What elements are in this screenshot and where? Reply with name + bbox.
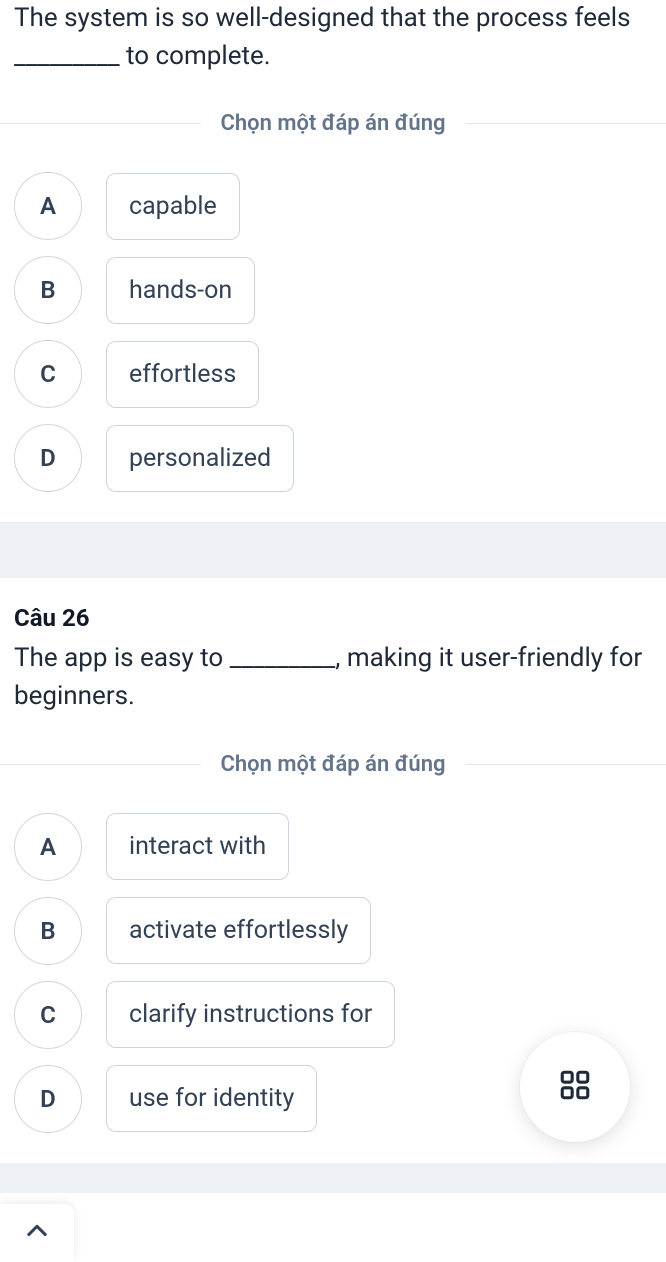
instruction-divider: Chọn một đáp án đúng xyxy=(0,752,666,777)
instruction-label: Chọn một đáp án đúng xyxy=(201,111,466,136)
option-b[interactable]: B activate effortlessly xyxy=(14,897,652,965)
question-title: Câu 26 xyxy=(14,604,652,632)
instruction-label: Chọn một đáp án đúng xyxy=(201,752,466,777)
divider-line xyxy=(466,123,666,124)
option-letter: D xyxy=(14,424,82,492)
menu-fab[interactable] xyxy=(520,1032,630,1142)
question-block-25: The system is so well-designed that the … xyxy=(0,0,666,522)
option-text: personalized xyxy=(106,425,294,492)
bottom-strip xyxy=(0,1163,666,1193)
scroll-up-button[interactable] xyxy=(0,1204,74,1262)
option-a[interactable]: A interact with xyxy=(14,813,652,881)
option-text: effortless xyxy=(106,341,259,408)
option-text: hands-on xyxy=(106,257,255,324)
option-text: interact with xyxy=(106,813,289,880)
section-gap xyxy=(0,522,666,578)
question-text: The app is easy to _________, making it … xyxy=(14,640,652,715)
options-list: A capable B hands-on C effortless D pers… xyxy=(14,172,652,492)
question-text: The system is so well-designed that the … xyxy=(14,0,652,75)
option-text: activate effortlessly xyxy=(106,897,371,964)
divider-line xyxy=(0,123,201,124)
option-a[interactable]: A capable xyxy=(14,172,652,240)
option-letter: A xyxy=(14,172,82,240)
option-letter: A xyxy=(14,813,82,881)
option-text: use for identity xyxy=(106,1065,317,1132)
option-letter: D xyxy=(14,1065,82,1133)
option-b[interactable]: B hands-on xyxy=(14,256,652,324)
divider-line xyxy=(0,764,201,765)
option-letter: B xyxy=(14,256,82,324)
option-letter: C xyxy=(14,340,82,408)
divider-line xyxy=(466,764,666,765)
chevron-up-icon xyxy=(23,1217,51,1249)
option-c[interactable]: C effortless xyxy=(14,340,652,408)
grid-icon xyxy=(558,1068,592,1106)
option-text: capable xyxy=(106,173,240,240)
instruction-divider: Chọn một đáp án đúng xyxy=(0,111,666,136)
option-text: clarify instructions for xyxy=(106,981,395,1048)
option-letter: B xyxy=(14,897,82,965)
option-d[interactable]: D personalized xyxy=(14,424,652,492)
option-letter: C xyxy=(14,981,82,1049)
